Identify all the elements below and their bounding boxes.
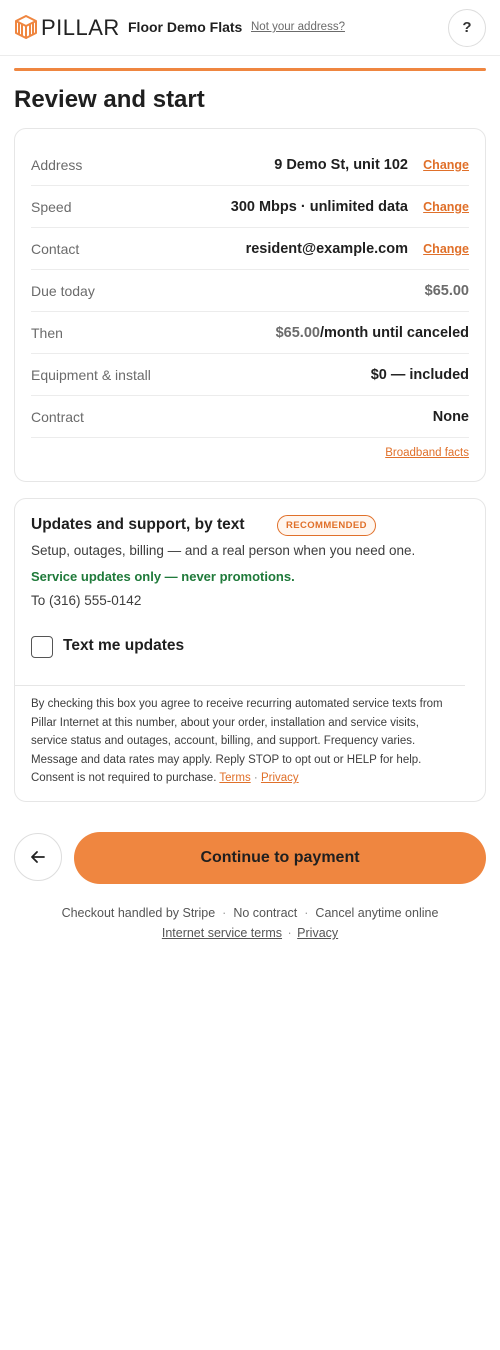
sms-description: Setup, outages, billing — and a real per… bbox=[31, 543, 416, 558]
row-label: Contact bbox=[31, 241, 80, 257]
broadband-facts-link[interactable]: Broadband facts bbox=[385, 447, 469, 459]
row-label: Equipment & install bbox=[31, 367, 151, 383]
footer-no-contract: No contract bbox=[233, 906, 298, 920]
privacy-link[interactable]: Privacy bbox=[261, 772, 299, 784]
row-value: $65.00 bbox=[424, 283, 469, 299]
page-title: Review and start bbox=[14, 86, 205, 113]
internet-service-terms-link[interactable]: Internet service terms bbox=[162, 926, 282, 940]
row-label: Due today bbox=[31, 283, 95, 299]
row-value: $65.00/month until canceled bbox=[276, 312, 469, 354]
help-button[interactable]: ? bbox=[448, 9, 486, 47]
order-review-card: Address 9 Demo St, unit 102 Change Speed… bbox=[14, 128, 486, 482]
terms-link[interactable]: Terms bbox=[219, 772, 250, 784]
review-row-then: Then $65.00/month until canceled bbox=[31, 312, 469, 354]
review-row-contract: Contract None bbox=[31, 396, 469, 438]
row-value: 9 Demo St, unit 102 bbox=[274, 157, 408, 173]
recurring-suffix: /month until canceled bbox=[319, 325, 469, 341]
progress-bar bbox=[14, 68, 486, 71]
continue-to-payment-button[interactable]: Continue to payment bbox=[74, 832, 486, 884]
arrow-left-icon bbox=[31, 851, 45, 863]
change-speed-link[interactable]: Change bbox=[423, 186, 469, 228]
row-value: 300 Mbps · unlimited data bbox=[230, 199, 408, 215]
property-name: Floor Demo Flats bbox=[128, 19, 243, 35]
footer-cancel: Cancel anytime online bbox=[315, 906, 439, 920]
sms-note: Service updates only — never promotions. bbox=[31, 569, 295, 584]
row-value: None bbox=[432, 409, 469, 425]
review-row-speed: Speed 300 Mbps · unlimited data Change bbox=[31, 186, 469, 228]
recurring-price: $65.00 bbox=[275, 325, 320, 341]
text-updates-label[interactable]: Text me updates bbox=[63, 637, 184, 655]
review-row-due-today: Due today $65.00 bbox=[31, 270, 469, 312]
row-value: resident@example.com bbox=[245, 241, 408, 257]
footer-links: Internet service terms · Privacy bbox=[0, 926, 500, 940]
review-row-contact: Contact resident@example.com Change bbox=[31, 228, 469, 270]
separator: · bbox=[253, 772, 258, 784]
back-button[interactable] bbox=[14, 833, 62, 881]
footer-stripe: Checkout handled by Stripe bbox=[61, 906, 216, 920]
row-label: Address bbox=[31, 157, 83, 173]
top-header: PILLAR Floor Demo Flats Not your address… bbox=[0, 0, 500, 56]
sms-phone-number: To (316) 555-0142 bbox=[31, 593, 142, 608]
review-row-address: Address 9 Demo St, unit 102 Change bbox=[31, 144, 469, 186]
review-row-equipment: Equipment & install $0 — included bbox=[31, 354, 469, 396]
not-your-address-link[interactable]: Not your address? bbox=[251, 21, 345, 33]
pillar-logo-icon bbox=[15, 15, 37, 39]
separator: · bbox=[222, 906, 227, 920]
separator: · bbox=[304, 906, 309, 920]
sms-title: Updates and support, by text bbox=[31, 516, 245, 533]
checkout-footer: Checkout handled by Stripe · No contract · C… bbox=[0, 906, 500, 920]
brand-name: PILLAR bbox=[41, 15, 120, 40]
change-address-link[interactable]: Change bbox=[423, 144, 469, 186]
sms-consent-text: By checking this box you agree to receiv… bbox=[31, 695, 445, 788]
row-label: Contract bbox=[31, 409, 84, 425]
text-updates-checkbox[interactable] bbox=[31, 636, 53, 658]
footer-privacy-link[interactable]: Privacy bbox=[297, 926, 338, 940]
row-label: Speed bbox=[31, 199, 72, 215]
separator: · bbox=[287, 926, 292, 940]
row-label: Then bbox=[31, 325, 63, 341]
sms-updates-card: Updates and support, by text RECOMMENDED… bbox=[14, 498, 486, 802]
recommended-badge: RECOMMENDED bbox=[277, 515, 376, 536]
row-value: $0 — included bbox=[370, 367, 469, 383]
divider bbox=[15, 685, 465, 686]
change-contact-link[interactable]: Change bbox=[423, 228, 469, 270]
